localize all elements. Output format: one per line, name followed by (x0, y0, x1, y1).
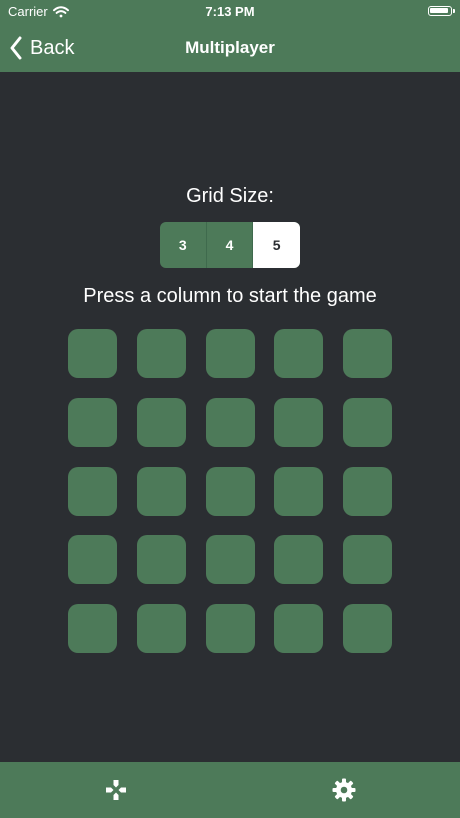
battery-icon (428, 6, 455, 16)
navigation-bar: Back Multiplayer (0, 24, 460, 72)
board-cell[interactable] (137, 467, 186, 516)
board-cell[interactable] (68, 604, 117, 653)
board-cell[interactable] (68, 467, 117, 516)
grid-size-selector[interactable]: 3 4 5 (160, 222, 300, 268)
tab-game[interactable] (102, 776, 130, 804)
board-cell[interactable] (343, 467, 392, 516)
board-cell[interactable] (137, 604, 186, 653)
board-cell[interactable] (206, 535, 255, 584)
page-title: Multiplayer (185, 38, 275, 57)
gear-icon (332, 778, 356, 802)
grid-size-label: Grid Size: (186, 185, 274, 207)
header: Carrier 7:13 PM Back Multiplayer (0, 0, 460, 72)
game-board (68, 329, 392, 653)
instructions: Press a column to start the game (83, 285, 377, 307)
board-cell[interactable] (206, 604, 255, 653)
board-cell[interactable] (274, 535, 323, 584)
board-cell[interactable] (343, 604, 392, 653)
board-cell[interactable] (137, 329, 186, 378)
tab-settings[interactable] (330, 776, 358, 804)
board-cell[interactable] (343, 329, 392, 378)
gamepad-icon (106, 780, 126, 800)
board-cell[interactable] (68, 329, 117, 378)
board-cell[interactable] (68, 535, 117, 584)
board-cell[interactable] (343, 398, 392, 447)
tab-bar (0, 762, 460, 818)
board-cell[interactable] (274, 467, 323, 516)
board-cell[interactable] (274, 604, 323, 653)
board-cell[interactable] (206, 467, 255, 516)
board-cell[interactable] (137, 535, 186, 584)
board-cell[interactable] (274, 398, 323, 447)
status-time: 7:13 PM (205, 4, 255, 19)
grid-size-option-5[interactable]: 5 (253, 222, 300, 268)
board-cell[interactable] (206, 398, 255, 447)
multiplayer-screen: Carrier 7:13 PM Back Multiplayer Grid Si… (0, 0, 460, 818)
board-cell[interactable] (68, 398, 117, 447)
status-bar: Carrier 7:13 PM (0, 0, 460, 24)
grid-size-option-4[interactable]: 4 (207, 222, 254, 268)
board-cell[interactable] (343, 535, 392, 584)
board-cell[interactable] (137, 398, 186, 447)
board-cell[interactable] (206, 329, 255, 378)
board-cell[interactable] (274, 329, 323, 378)
grid-size-option-3[interactable]: 3 (160, 222, 207, 268)
